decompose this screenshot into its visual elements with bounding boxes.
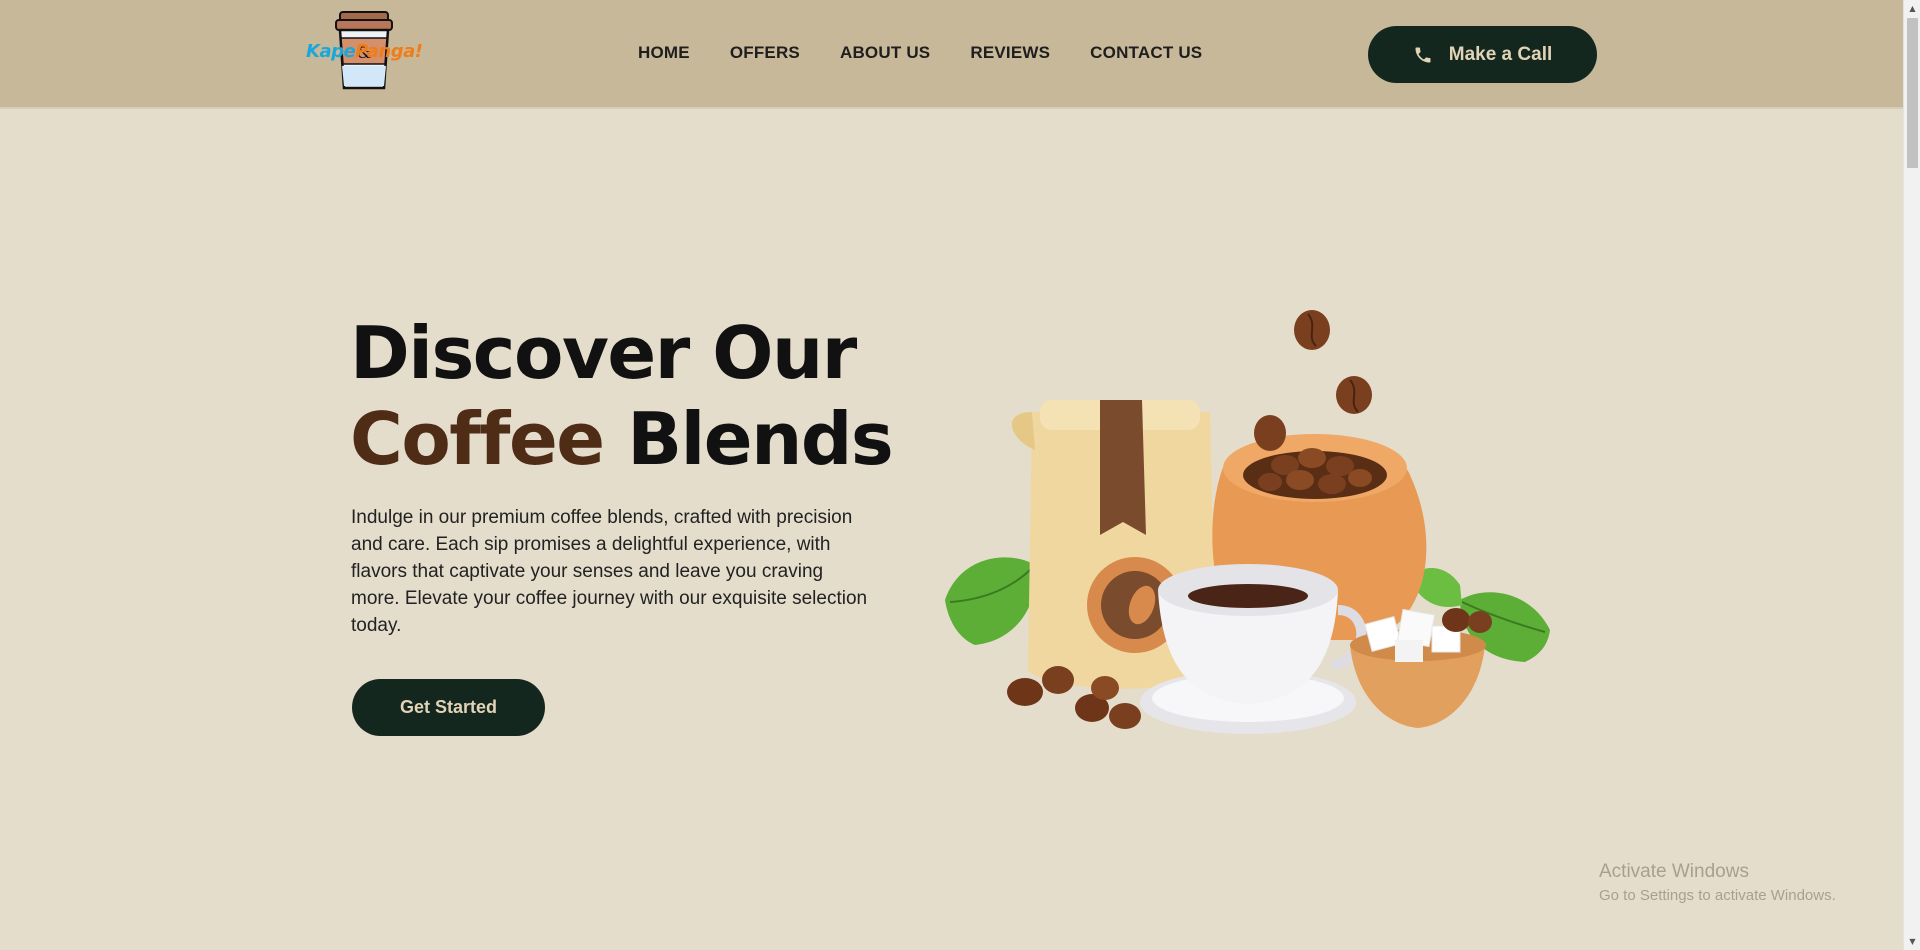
coffee-bean-icon — [1007, 678, 1043, 706]
main-nav: HOME OFFERS ABOUT US REVIEWS CONTACT US — [638, 43, 1202, 63]
coffee-illustration — [945, 310, 1550, 734]
page: & KapePanga! HOME OFFERS ABOUT US REVIEW… — [0, 0, 1920, 950]
windows-activation-watermark: Activate Windows Go to Settings to activ… — [1599, 860, 1836, 906]
watermark-title: Activate Windows — [1599, 861, 1749, 882]
logo-text: KapePanga! — [306, 41, 423, 62]
site-header: & KapePanga! HOME OFFERS ABOUT US REVIEW… — [0, 0, 1903, 109]
watermark-subtitle: Go to Settings to activate Windows. — [1599, 887, 1836, 904]
hero-title-line2: Blends — [627, 397, 894, 481]
vertical-scrollbar[interactable]: ▲ ▼ — [1903, 0, 1920, 950]
scroll-up-arrow-icon[interactable]: ▲ — [1904, 0, 1920, 17]
coffee-bean-icon — [1091, 676, 1119, 700]
hero-title-line1: Discover Our — [350, 311, 857, 395]
nav-home[interactable]: HOME — [638, 43, 690, 63]
logo[interactable]: & KapePanga! — [306, 10, 426, 92]
hero-title: Discover Our Coffee Blends — [350, 310, 894, 482]
coffee-bean-icon — [1468, 611, 1492, 633]
nav-offers[interactable]: OFFERS — [730, 43, 800, 63]
coffee-bean-icon — [1254, 415, 1286, 451]
hero-title-accent: Coffee — [350, 397, 605, 481]
coffee-bean-icon — [1042, 666, 1074, 694]
coffee-bean-icon — [1442, 608, 1470, 632]
make-a-call-button[interactable]: Make a Call — [1368, 26, 1597, 83]
scroll-thumb[interactable] — [1907, 18, 1918, 168]
get-started-button[interactable]: Get Started — [352, 679, 545, 736]
nav-reviews[interactable]: REVIEWS — [970, 43, 1050, 63]
coffee-bean-icon — [1109, 703, 1141, 729]
hero-description: Indulge in our premium coffee blends, cr… — [351, 507, 868, 636]
nav-about-us[interactable]: ABOUT US — [840, 43, 930, 63]
make-a-call-label: Make a Call — [1448, 43, 1553, 65]
phone-icon — [1415, 47, 1431, 62]
nav-contact-us[interactable]: CONTACT US — [1090, 43, 1202, 63]
coffee-cup-icon — [1140, 564, 1367, 734]
scroll-down-arrow-icon[interactable]: ▼ — [1904, 933, 1920, 950]
